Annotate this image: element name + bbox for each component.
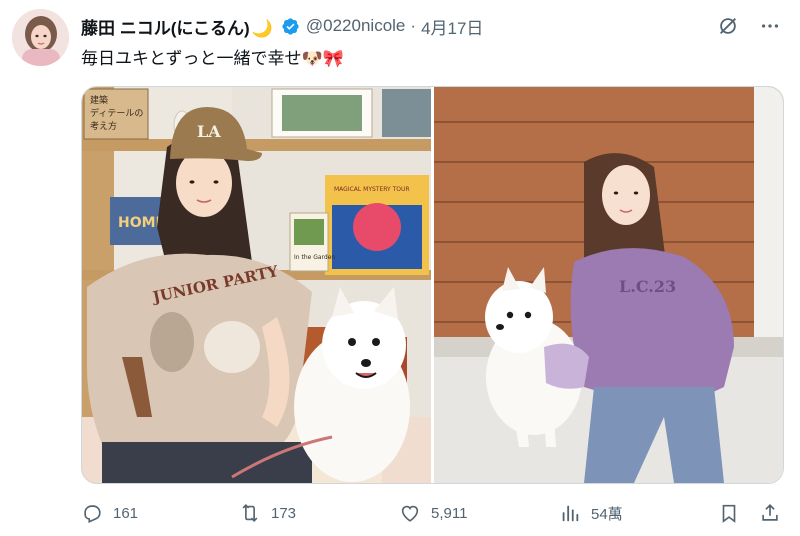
svg-text:MAGICAL MYSTERY TOUR: MAGICAL MYSTERY TOUR — [334, 186, 410, 193]
separator-dot: · — [410, 16, 417, 35]
svg-text:建築: 建築 — [90, 94, 108, 106]
views-icon — [562, 505, 579, 522]
photo-right[interactable]: L.C.23 — [434, 87, 783, 483]
avatar[interactable] — [12, 9, 69, 66]
header-icons — [716, 14, 782, 38]
svg-text:LA: LA — [197, 122, 221, 141]
user-handle[interactable]: @0220nicole — [306, 16, 406, 36]
retweet-button[interactable]: 173 — [239, 502, 296, 524]
photo-left[interactable]: 建築 ディテールの 考え方 HOME MAGICAL MYSTERY TOUR … — [82, 87, 431, 483]
share-button[interactable] — [759, 502, 791, 524]
svg-text:L.C.23: L.C.23 — [619, 277, 676, 296]
reply-icon — [84, 505, 101, 523]
like-button[interactable]: 5,911 — [399, 502, 467, 524]
tweet-date[interactable]: 4月17日 — [421, 14, 483, 39]
verified-badge-icon — [281, 17, 300, 36]
tweet-header: 藤田 ニコル(にこるん) 🌙 @0220nicole · 4月17日 — [81, 13, 782, 39]
more-icon[interactable] — [758, 14, 782, 38]
share-icon — [762, 504, 778, 521]
moon-emoji: 🌙 — [251, 18, 273, 38]
media-grid: 建築 ディテールの 考え方 HOME MAGICAL MYSTERY TOUR … — [81, 86, 784, 484]
reply-count: 161 — [113, 504, 139, 522]
like-count: 5,911 — [431, 504, 468, 522]
grok-icon[interactable] — [716, 14, 740, 38]
svg-text:考え方: 考え方 — [90, 120, 117, 132]
views-count: 54萬 — [591, 505, 623, 523]
bookmark-button[interactable] — [718, 502, 750, 524]
reply-button[interactable]: 161 — [81, 502, 138, 524]
retweet-icon — [242, 504, 258, 522]
bookmark-icon — [722, 504, 736, 523]
svg-text:In the Garden: In the Garden — [294, 254, 335, 261]
display-name-text: 藤田 ニコル(にこるん) — [81, 18, 250, 38]
svg-text:ディテールの: ディテールの — [90, 107, 143, 119]
like-icon — [401, 505, 419, 522]
views-button[interactable]: 54萬 — [559, 502, 623, 524]
tweet-text: 毎日ユキとずっと一緒で幸せ🐶🎀 — [81, 49, 344, 68]
tweet-actions: 161 173 5,911 54萬 — [81, 498, 786, 528]
retweet-count: 173 — [271, 504, 297, 522]
display-name[interactable]: 藤田 ニコル(にこるん) 🌙 — [81, 14, 273, 39]
